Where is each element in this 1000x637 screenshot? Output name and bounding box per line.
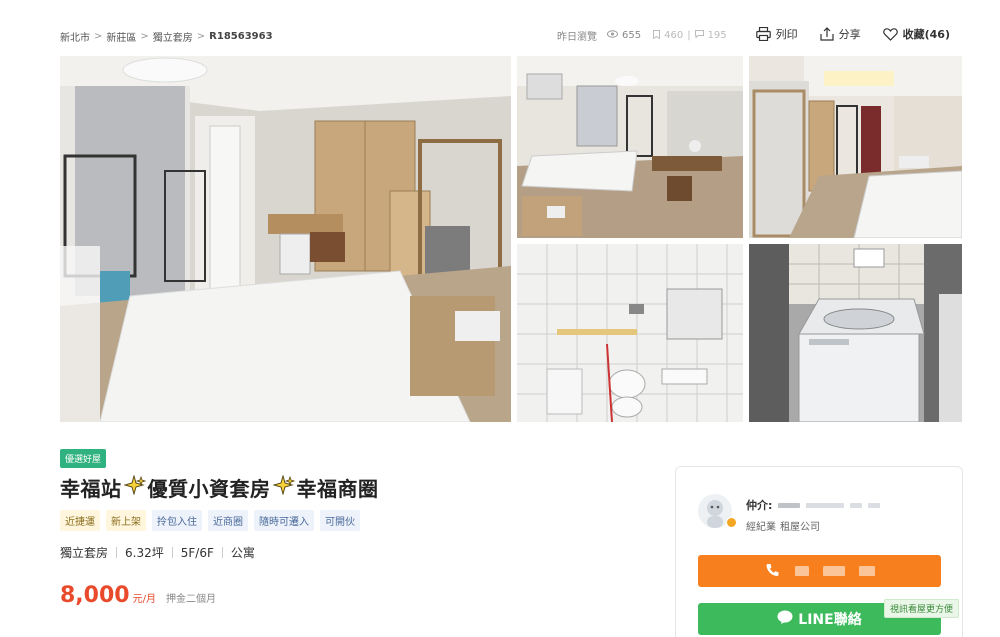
sparkle-icon	[271, 474, 295, 500]
redacted-license	[806, 502, 845, 508]
rent-price: 8,000	[60, 583, 130, 608]
breadcrumb: 新北市 > 新莊區 > 獨立套房 > R18563963	[60, 29, 273, 44]
main-photo-bedroom[interactable]	[60, 56, 511, 422]
spec-size: 6.32坪	[125, 546, 164, 560]
bookmark-icon	[653, 29, 661, 42]
spec-type: 獨立套房	[60, 546, 109, 560]
tag-new-listing: 新上架	[106, 510, 146, 531]
title-part-3: 幸福商圈	[296, 477, 379, 501]
share-label: 分享	[838, 28, 861, 41]
photo-room-entrance[interactable]	[749, 56, 962, 238]
breadcrumb-type[interactable]: 獨立套房	[153, 29, 193, 44]
tag-near-mrt: 近捷運	[60, 510, 100, 531]
comments-count: 195	[707, 30, 727, 41]
breadcrumb-separator: >	[140, 30, 149, 42]
views-count: 655	[622, 30, 642, 41]
spec-building: 公寓	[230, 546, 255, 560]
view-stats: 昨日瀏覽 655 460 | 195	[557, 29, 727, 43]
phone-icon	[765, 562, 781, 581]
breadcrumb-district[interactable]: 新莊區	[106, 29, 136, 44]
favorite-button[interactable]: 收藏(46)	[882, 26, 950, 42]
heart-icon	[882, 27, 898, 41]
video-viewing-tip: 視訊看屋更方便	[884, 599, 960, 618]
printer-icon	[755, 27, 771, 41]
print-label: 列印	[775, 28, 798, 41]
listing-title: 幸福站 優質小資套房 幸福商圈	[60, 473, 379, 502]
agent-role-row: 經紀業 租屋公司	[746, 518, 820, 533]
line-chat-icon	[777, 610, 793, 628]
share-icon	[820, 27, 834, 41]
agent-label: 仲介:	[746, 499, 773, 512]
redacted-phone	[794, 566, 809, 576]
top-bar: 新北市 > 新莊區 > 獨立套房 > R18563963 昨日瀏覽 655 46…	[60, 26, 950, 46]
yesterday-views-label: 昨日瀏覽	[557, 32, 597, 43]
spec-divider	[116, 547, 118, 558]
listing-specs: 獨立套房 6.32坪 5F/6F 公寓	[60, 544, 255, 561]
verified-badge-icon	[726, 517, 737, 528]
title-part-1: 幸福站	[60, 477, 122, 501]
rent-unit: 元/月	[132, 594, 156, 605]
agent-name-row: 仲介:	[746, 497, 881, 513]
breadcrumb-city[interactable]: 新北市	[60, 29, 90, 44]
feature-tags: 近捷運 新上架 拎包入住 近商圈 隨時可遷入 可開伙	[60, 510, 360, 531]
photo-bathroom[interactable]	[517, 244, 743, 422]
line-contact-label: LINE聯絡	[798, 612, 862, 628]
price-block: 8,000 元/月 押金二個月	[60, 583, 216, 608]
page-actions: 列印 分享 收藏(46)	[755, 26, 950, 42]
photo-washing-machine[interactable]	[749, 244, 962, 422]
saves-count: 460	[664, 30, 684, 41]
tag-move-in-ready: 拎包入住	[152, 510, 202, 531]
redacted-tag	[868, 502, 881, 508]
comment-icon	[694, 30, 704, 41]
photo-gallery	[60, 56, 962, 422]
redacted-tag	[850, 502, 863, 508]
tag-cooking-allowed: 可開伙	[320, 510, 360, 531]
breadcrumb-separator: >	[94, 30, 103, 42]
listing-id: R18563963	[209, 30, 273, 42]
spec-divider	[171, 547, 173, 558]
agent-role-type: 經紀業	[746, 522, 776, 533]
share-button[interactable]: 分享	[820, 26, 861, 42]
spec-divider	[221, 547, 223, 558]
tag-near-shops: 近商圈	[208, 510, 248, 531]
favorite-label: 收藏(46)	[902, 28, 950, 41]
redacted-phone	[858, 566, 875, 576]
spec-floor: 5F/6F	[180, 545, 214, 560]
redacted-phone	[822, 566, 845, 576]
redacted-agent-name	[778, 502, 801, 508]
call-agent-button[interactable]	[698, 555, 941, 587]
photo-bed-desk[interactable]	[517, 56, 743, 238]
tag-move-in-anytime: 隨時可遷入	[254, 510, 314, 531]
breadcrumb-separator: >	[196, 30, 206, 42]
print-button[interactable]: 列印	[755, 26, 798, 42]
title-part-2: 優質小資套房	[147, 477, 271, 501]
deposit-info: 押金二個月	[165, 594, 216, 605]
agent-company: 租屋公司	[780, 522, 820, 533]
featured-badge: 優選好屋	[60, 449, 107, 468]
sparkle-icon	[122, 474, 146, 500]
eye-icon	[607, 30, 618, 41]
